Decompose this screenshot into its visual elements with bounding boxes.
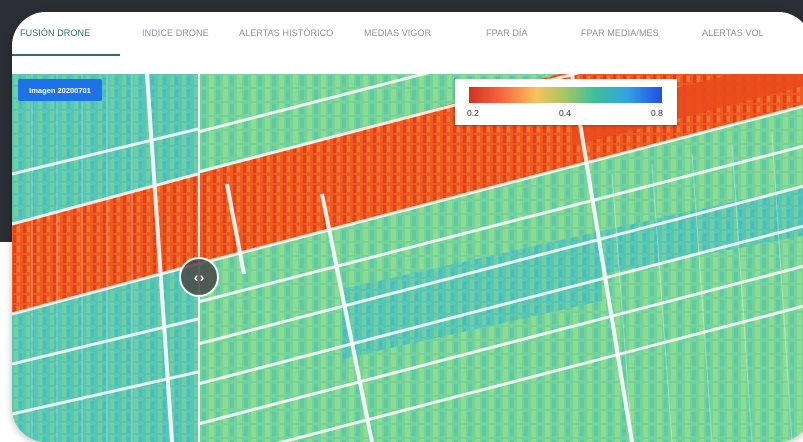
active-tab-indicator — [12, 54, 120, 56]
tab-bar: FUSIÓN DRONE INDICE DRONE ALERTAS HISTÓR… — [12, 12, 803, 74]
tab-alertas-vol[interactable]: ALERTAS VOL — [702, 28, 764, 38]
legend-tick-max: 0.8 — [651, 108, 663, 118]
color-legend: 0.2 0.4 0.8 — [455, 79, 677, 125]
dashboard-card: FUSIÓN DRONE INDICE DRONE ALERTAS HISTÓR… — [12, 12, 803, 442]
tab-fpar-media-mes[interactable]: FPAR MEDIA/MES — [581, 28, 659, 38]
tab-medias-vigor[interactable]: MEDIAS VIGOR — [364, 28, 431, 38]
image-date-badge: Imagen 20200701 — [18, 79, 102, 101]
compare-slider-handle[interactable]: ‹ › — [179, 257, 219, 297]
legend-tick-mid: 0.4 — [559, 108, 571, 118]
map-view[interactable] — [12, 74, 803, 442]
legend-gradient-bar — [469, 87, 662, 103]
legend-tick-min: 0.2 — [467, 108, 479, 118]
tab-fpar-dia[interactable]: FPAR DÍA — [486, 28, 528, 38]
tab-indice-drone[interactable]: INDICE DRONE — [142, 28, 209, 38]
tab-alertas-historico[interactable]: ALERTAS HISTÓRICO — [239, 28, 333, 38]
tab-fusion-drone[interactable]: FUSIÓN DRONE — [20, 28, 90, 38]
ndvi-map-image — [12, 74, 803, 442]
chevron-left-right-icon: ‹ › — [193, 269, 205, 285]
